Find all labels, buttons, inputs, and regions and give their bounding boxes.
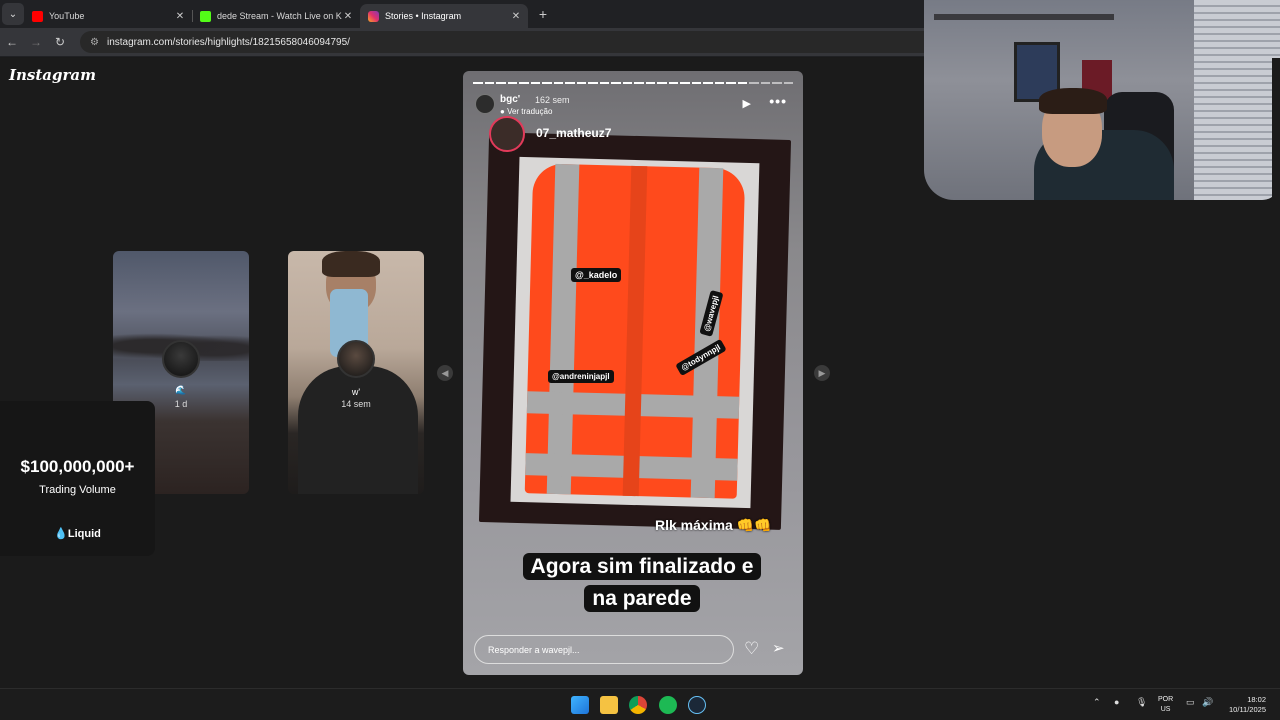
sponsor-overlay: $100,000,000+ Trading Volume 💧Liquid: [0, 401, 155, 556]
story-caption-line-2: na parede: [507, 582, 777, 615]
new-tab-button[interactable]: +: [532, 6, 554, 22]
back-icon[interactable]: ←: [0, 35, 24, 49]
webcam-overlay: [924, 0, 1280, 200]
windows-start-icon[interactable]: [571, 696, 589, 714]
network-icon[interactable]: ▭: [1186, 697, 1195, 708]
spotify-icon[interactable]: [659, 696, 677, 714]
like-heart-icon[interactable]: ♡: [744, 639, 759, 659]
microphone-icon[interactable]: 🎙: [1136, 697, 1147, 708]
tab-search-menu-icon[interactable]: ⌄: [2, 3, 24, 25]
tray-app-icon[interactable]: ●: [1114, 697, 1119, 707]
translate-link[interactable]: ● Ver tradução: [500, 107, 552, 116]
story-username[interactable]: bgc': [500, 94, 520, 105]
page-scrollbar[interactable]: [1272, 58, 1280, 688]
ad-brand: 💧Liquid: [54, 528, 101, 540]
steam-icon[interactable]: [688, 696, 706, 714]
previous-story-icon[interactable]: ◀: [437, 365, 453, 381]
next-story-icon[interactable]: ▶: [814, 365, 830, 381]
reload-icon[interactable]: ↻: [48, 35, 72, 49]
mention-tag[interactable]: @andreninjapjl: [548, 370, 614, 383]
tab-title: dede Stream - Watch Live on Ki: [217, 11, 342, 21]
volume-icon[interactable]: 🔊: [1202, 697, 1213, 708]
more-options-icon[interactable]: •••: [769, 93, 787, 109]
close-tab-icon[interactable]: ✕: [342, 11, 354, 22]
kick-icon: [200, 10, 211, 22]
avatar: [162, 340, 200, 378]
story-photo-frame: [478, 132, 792, 530]
forward-icon[interactable]: →: [24, 35, 48, 49]
story-progress-bar: [473, 82, 793, 84]
side-story-name: 🌊: [175, 385, 187, 395]
tab-title: Stories • Instagram: [385, 11, 462, 21]
story-viewer[interactable]: bgc' 162 sem ● Ver tradução ▶ ••• 07_mat…: [463, 71, 803, 675]
system-clock[interactable]: 18:02 10/11/2025: [1222, 695, 1266, 715]
tab-kick[interactable]: dede Stream - Watch Live on Ki ✕: [192, 4, 360, 28]
chrome-icon[interactable]: [629, 696, 647, 714]
story-sticker-text: Rlk máxima 👊👊: [655, 517, 772, 533]
close-tab-icon[interactable]: ✕: [510, 11, 522, 22]
youtube-icon: [32, 10, 43, 22]
site-info-icon[interactable]: ⚙: [90, 37, 99, 48]
url-text: instagram.com/stories/highlights/1821565…: [106, 36, 350, 48]
mention-avatar[interactable]: [489, 116, 525, 152]
reply-input[interactable]: Responder a wavepjl...: [474, 635, 734, 664]
side-story-name: w': [351, 387, 361, 397]
close-tab-icon[interactable]: ✕: [174, 11, 186, 22]
url-field[interactable]: ⚙ instagram.com/stories/highlights/18215…: [80, 31, 1020, 53]
side-story-time: 14 sem: [341, 399, 371, 409]
avatar: [337, 340, 375, 378]
language-indicator[interactable]: POR US: [1158, 695, 1173, 715]
story-header: bgc' 162 sem ● Ver tradução ▶ •••: [475, 93, 791, 116]
tab-instagram[interactable]: Stories • Instagram ✕: [360, 4, 528, 28]
avatar[interactable]: [475, 94, 495, 114]
ad-headline: $100,000,000+: [20, 457, 135, 476]
story-caption-line-1: Agora sim finalizado e: [507, 550, 777, 583]
show-hidden-icons-icon[interactable]: ⌃: [1093, 697, 1101, 708]
windows-taskbar: ⌃ ● 🎙 POR US ▭ 🔊 18:02 10/11/2025: [0, 688, 1280, 720]
mention-tag[interactable]: @_kadelo: [571, 268, 622, 282]
story-time: 162 sem: [535, 95, 570, 105]
instagram-icon: [368, 10, 379, 22]
play-icon[interactable]: ▶: [743, 97, 751, 110]
mention-username[interactable]: 07_matheuz7: [536, 126, 611, 140]
ad-subline: Trading Volume: [39, 484, 116, 496]
tab-youtube[interactable]: YouTube ✕: [24, 4, 193, 28]
file-explorer-icon[interactable]: [600, 696, 618, 714]
tab-title: YouTube: [49, 11, 85, 21]
instagram-logo[interactable]: Instagram: [9, 66, 96, 84]
send-icon[interactable]: ➢: [772, 639, 785, 657]
